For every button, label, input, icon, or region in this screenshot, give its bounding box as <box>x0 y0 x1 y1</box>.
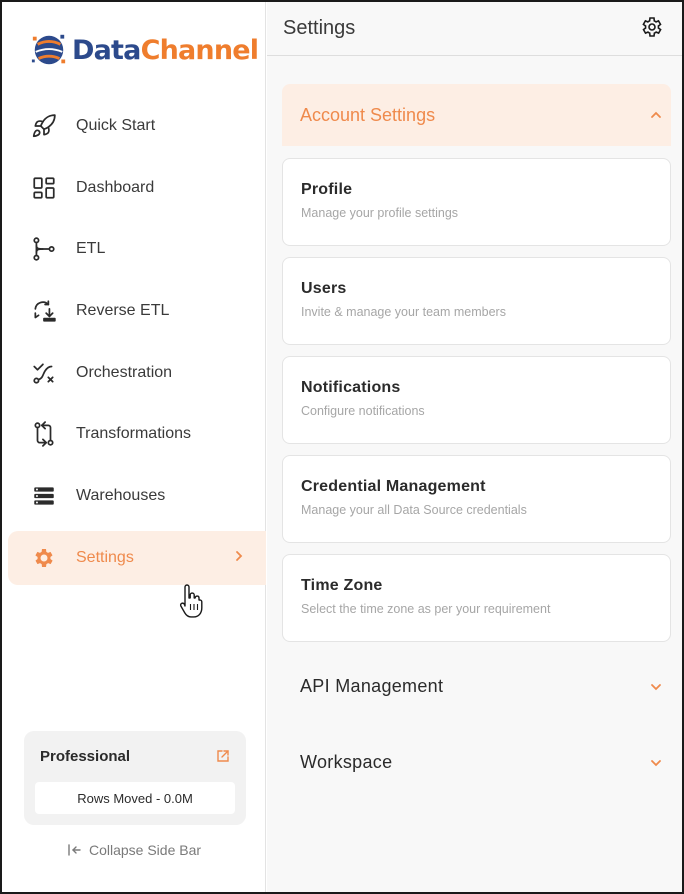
sidebar-item-label: Reverse ETL <box>76 302 170 319</box>
sidebar-item-label: Dashboard <box>76 179 155 196</box>
gear-icon[interactable] <box>640 15 664 39</box>
sidebar-item-settings[interactable]: Settings <box>8 531 266 585</box>
card-subtitle: Manage your profile settings <box>301 206 459 220</box>
collapse-sidebar-label: Collapse Side Bar <box>88 842 202 858</box>
rocket-icon <box>30 112 58 140</box>
time-zone-card[interactable]: Time Zone Select the time zone as per yo… <box>282 554 671 642</box>
sidebar-item-label: Quick Start <box>76 117 156 134</box>
sidebar-item-label: ETL <box>76 240 106 257</box>
accordion-title: Workspace <box>300 752 393 772</box>
card-subtitle: Manage your all Data Source credentials <box>301 503 527 517</box>
sidebar-item-warehouses[interactable]: Warehouses <box>8 469 266 523</box>
card-title: Profile <box>301 181 353 198</box>
chevron-down-icon <box>651 684 661 691</box>
workspace-accordion[interactable]: Workspace <box>282 738 671 788</box>
card-subtitle: Configure notifications <box>301 404 425 418</box>
main-content: Settings Account Settings Profile Manage… <box>267 2 682 892</box>
sidebar-item-etl[interactable]: ETL <box>8 222 266 276</box>
sidebar-item-label: Orchestration <box>76 364 173 381</box>
collapse-arrow-icon <box>68 844 81 856</box>
credential-management-card[interactable]: Credential Management Manage your all Da… <box>282 455 671 543</box>
etl-flow-icon <box>30 235 58 263</box>
sidebar-item-orchestration[interactable]: Orchestration <box>8 346 266 400</box>
sidebar-item-dashboard[interactable]: Dashboard <box>8 161 266 215</box>
top-bar: Settings <box>267 2 682 56</box>
profile-card[interactable]: Profile Manage your profile settings <box>282 158 671 246</box>
dashboard-grid-icon <box>30 174 58 202</box>
sidebar: DataChannel Quick Start Dashboard ETL Re… <box>2 2 266 892</box>
sidebar-item-transformations[interactable]: Transformations <box>8 407 266 461</box>
card-title: Time Zone <box>301 577 383 594</box>
notifications-card[interactable]: Notifications Configure notifications <box>282 356 671 444</box>
brand-name: DataChannel <box>72 34 259 66</box>
transformations-icon <box>30 420 58 448</box>
sidebar-item-reverse-etl[interactable]: Reverse ETL <box>8 284 266 338</box>
card-subtitle: Invite & manage your team members <box>301 305 506 319</box>
sidebar-item-quick-start[interactable]: Quick Start <box>8 99 266 153</box>
reverse-etl-icon <box>30 297 58 325</box>
rows-moved-value: Rows Moved - 0.0M <box>35 782 235 814</box>
orchestration-icon <box>30 359 58 387</box>
plan-card: Professional Rows Moved - 0.0M <box>24 731 246 825</box>
gear-icon <box>30 544 58 572</box>
card-title: Credential Management <box>301 478 486 495</box>
app-window: DataChannel Quick Start Dashboard ETL Re… <box>0 0 684 894</box>
datachannel-logo[interactable]: DataChannel <box>30 28 259 72</box>
chevron-down-icon <box>651 760 661 767</box>
sidebar-item-label: Warehouses <box>76 487 166 504</box>
collapse-sidebar-button[interactable]: Collapse Side Bar <box>2 842 266 858</box>
external-link-icon[interactable] <box>216 749 230 763</box>
brand-name-channel: Channel <box>140 34 259 66</box>
chevron-right-icon <box>236 551 243 561</box>
page-title: Settings <box>283 17 356 39</box>
hand-cursor-icon <box>179 584 203 618</box>
chevron-up-icon <box>651 111 661 118</box>
account-settings-accordion[interactable]: Account Settings <box>282 84 671 146</box>
accordion-title: Account Settings <box>300 105 436 125</box>
card-subtitle: Select the time zone as per your require… <box>301 602 551 616</box>
brand-name-data: Data <box>72 34 141 66</box>
sidebar-item-label: Settings <box>76 549 134 566</box>
accordion-title: API Management <box>300 676 444 696</box>
users-card[interactable]: Users Invite & manage your team members <box>282 257 671 345</box>
card-title: Users <box>301 280 347 297</box>
api-management-accordion[interactable]: API Management <box>282 662 671 712</box>
plan-title: Professional <box>40 748 131 765</box>
globe-logo-icon <box>31 34 66 65</box>
sidebar-item-label: Transformations <box>76 425 191 442</box>
card-title: Notifications <box>301 379 401 396</box>
warehouse-icon <box>30 482 58 510</box>
